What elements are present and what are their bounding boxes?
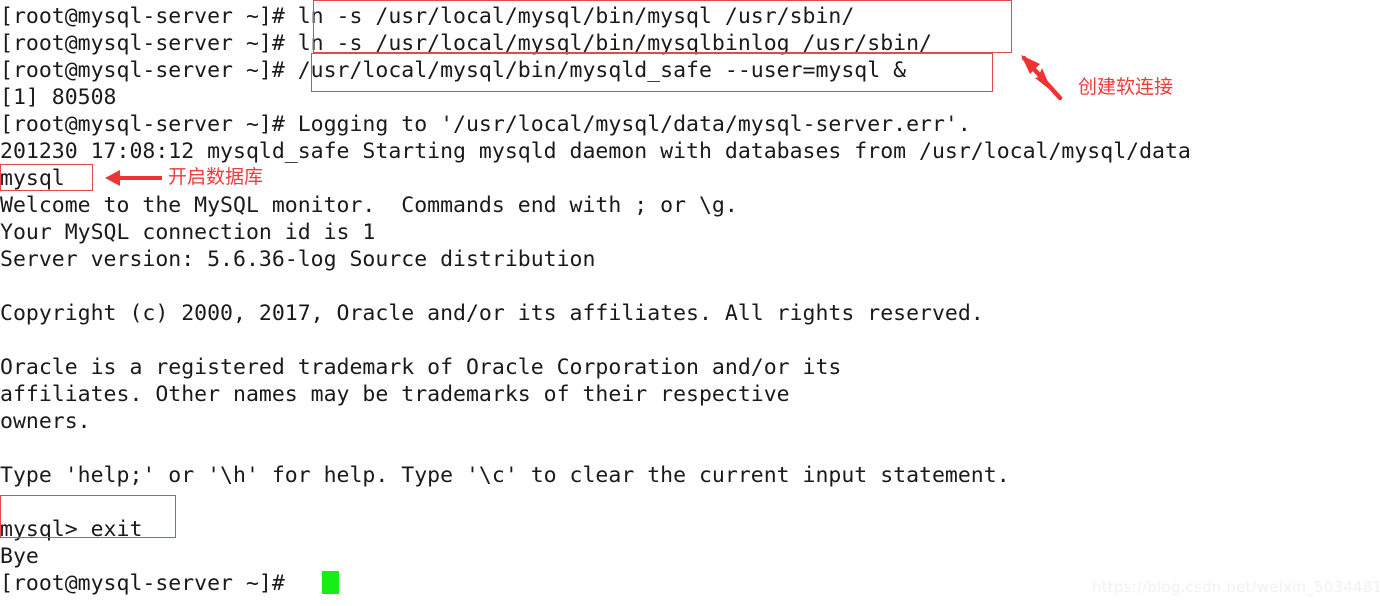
- watermark-url: https://blog.csdn.net/weixin_50344814: [1092, 578, 1380, 596]
- terminal-line: [root@mysql-server ~]# Logging to '/usr/…: [0, 112, 971, 137]
- terminal-line: Your MySQL connection id is 1: [0, 220, 376, 245]
- annotation-label-create-symlink: 创建软连接: [1078, 76, 1174, 98]
- terminal-line: [root@mysql-server ~]# ln -s /usr/local/…: [0, 31, 932, 56]
- terminal-line: owners.: [0, 409, 91, 434]
- terminal-cursor: [322, 571, 339, 594]
- terminal-line: affiliates. Other names may be trademark…: [0, 382, 790, 407]
- terminal-screenshot: [root@mysql-server ~]# ln -s /usr/local/…: [0, 0, 1380, 606]
- terminal-line: Copyright (c) 2000, 2017, Oracle and/or …: [0, 301, 984, 326]
- terminal-line: mysql: [0, 166, 65, 191]
- annotation-label-start-database: 开启数据库: [168, 166, 264, 188]
- terminal-line: [root@mysql-server ~]#: [0, 571, 285, 596]
- terminal-line: 201230 17:08:12 mysqld_safe Starting mys…: [0, 139, 1191, 164]
- terminal-line: Type 'help;' or '\h' for help. Type '\c'…: [0, 463, 1010, 488]
- terminal-line: [1] 80508: [0, 85, 117, 110]
- terminal-line: Welcome to the MySQL monitor. Commands e…: [0, 193, 738, 218]
- terminal-line: Bye: [0, 544, 39, 569]
- terminal-line: Oracle is a registered trademark of Orac…: [0, 355, 842, 380]
- terminal-line: [root@mysql-server ~]# /usr/local/mysql/…: [0, 58, 907, 83]
- terminal-line: mysql> exit: [0, 517, 143, 542]
- terminal-line: Server version: 5.6.36-log Source distri…: [0, 247, 596, 272]
- terminal-line: [root@mysql-server ~]# ln -s /usr/local/…: [0, 4, 855, 29]
